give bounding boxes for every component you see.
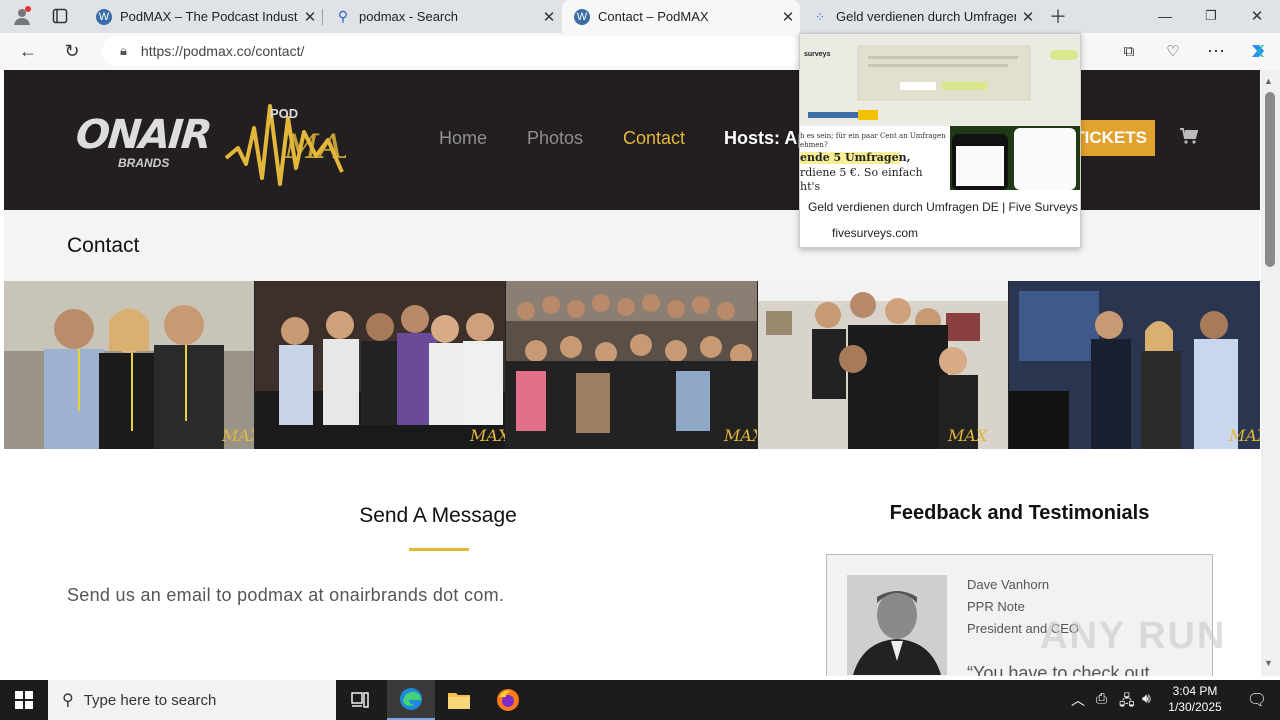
notifications-icon[interactable]: 🗨︎ [1233,680,1280,720]
windows-taskbar: ⚲ Type here to search ︿ ⎙ 🖧︎ 🔊︎ 3:04 PM … [0,680,1280,720]
gallery-photo-2[interactable]: MAX [255,281,507,449]
photo-max-mark: MAX [221,426,255,445]
url-text: https://podmax.co/contact/ [140,43,305,59]
browser-toolbar: ← ↻ 🔒︎ https://podmax.co/contact/ ⧉ ♡ ⋯ [0,33,1280,70]
tab-title: Contact – PodMAX [598,9,709,24]
preview-subline-2: ehmen? [800,141,828,149]
testimonial-name: Dave Vanhorn [967,577,1050,592]
tab-title: podmax - Search [359,9,458,24]
preview-thumbnail: surveys h es sein; für ein paar Cent an … [800,34,1080,190]
tab-title: PodMAX – The Podcast Industry [120,9,298,24]
close-window-button[interactable]: ✕ [1242,2,1272,30]
tab-hover-preview[interactable]: surveys h es sein; für ein paar Cent an … [799,33,1081,248]
logo-onair-text: ONAIR [73,112,213,158]
photo-max-mark: MAX [469,426,506,445]
photo-max-mark: MAX [1228,426,1260,445]
preview-brand-text: surveys [804,51,831,58]
collections-icon[interactable]: ⧉ [1114,37,1144,65]
back-button[interactable]: ← [13,37,43,65]
close-icon[interactable]: ✕ [298,8,322,26]
cart-icon[interactable] [1180,128,1199,149]
new-tab-button[interactable]: ＋ [1043,2,1073,30]
photo-gallery: MAX MAX MA [4,281,1260,449]
clock-time: 3:04 PM [1172,684,1218,698]
clock-date: 1/30/2025 [1168,700,1222,714]
refresh-button[interactable]: ↻ [57,37,87,65]
copilot-icon[interactable] [1243,37,1273,65]
tab-contact-podmax[interactable]: W Contact – PodMAX ✕ [562,0,800,33]
chevron-up-icon[interactable]: ︿ [1071,690,1085,710]
logo-brands-text: BRANDS [118,156,170,170]
gallery-photo-3[interactable]: MAX [506,281,758,449]
tab-actions-icon[interactable] [45,2,75,30]
preview-page-title: Geld verdienen durch Umfragen DE | Five … [808,200,1078,214]
restore-button[interactable]: ❐ [1196,2,1226,30]
logo-max-text: MAX [283,127,346,167]
feedback-heading: Feedback and Testimonials [889,502,1150,524]
tab-podmax-home[interactable]: W PodMAX – The Podcast Industry ✕ [84,0,322,33]
nav-home[interactable]: Home [439,128,487,149]
close-icon[interactable]: ✕ [1016,8,1040,26]
testimonial-quote: “You have to check out [967,663,1150,676]
anyrun-watermark: ANY RUN [1040,615,1227,657]
taskbar-search-placeholder: Type here to search [83,691,217,709]
search-icon: ⚲ [337,8,349,24]
logo-pod-text: POD [270,106,298,121]
scroll-up-arrow-icon[interactable]: ▲ [1264,76,1273,86]
start-button[interactable] [0,680,48,720]
address-bar[interactable]: 🔒︎ https://podmax.co/contact/ [102,36,802,66]
preview-headline-2: rdiene 5 €. So einfach [800,166,923,179]
nav-hosts[interactable]: Hosts: Ap [724,128,808,149]
browser-essentials-icon[interactable]: ♡ [1158,37,1188,65]
volume-icon[interactable]: 🔊︎ [1142,690,1151,707]
scrollbar-thumb[interactable] [1265,92,1275,267]
preview-subline: h es sein; für ein paar Cent an Umfragen [800,132,946,140]
page-title: Contact [67,234,140,257]
preview-domain: fivesurveys.com [832,226,919,240]
heading-underline [409,548,469,551]
tab-title: Geld verdienen durch Umfragen [836,9,1016,24]
scroll-down-arrow-icon[interactable]: ▼ [1264,658,1273,668]
page-scrollbar[interactable]: ▲ ▼ [1261,70,1280,676]
send-message-text: Send us an email to podmax at onairbrand… [67,585,505,605]
profile-icon[interactable] [8,2,36,30]
nav-photos[interactable]: Photos [527,128,583,149]
taskbar-clock[interactable]: 3:04 PM 1/30/2025 [1163,683,1227,715]
browser-tab-strip: W PodMAX – The Podcast Industry ✕ ⚲ podm… [0,0,1280,33]
wordpress-icon: W [96,8,112,25]
edge-taskbar-icon[interactable] [387,680,435,720]
minimize-button[interactable]: — [1150,2,1180,30]
onair-podmax-logo[interactable]: ONAIR BRANDS POD MAX [73,92,346,192]
testimonial-company: PPR Note [967,599,1025,614]
nav-contact[interactable]: Contact [623,128,685,149]
preview-headline-3: ht's [800,180,821,190]
send-message-heading: Send A Message [359,504,517,527]
podmax-waveform-logo: POD MAX [224,104,346,186]
gallery-photo-5[interactable]: MAX [1008,281,1260,449]
meet-now-icon[interactable]: ⎙ [1096,690,1107,707]
taskbar-search-box[interactable]: ⚲ Type here to search [48,680,336,720]
tab-podmax-search[interactable]: ⚲ podmax - Search ✕ [323,0,561,33]
loading-icon: ⁘ [814,9,826,24]
wordpress-icon: W [574,8,590,25]
search-icon: ⚲ [62,692,74,709]
network-icon[interactable]: 🖧︎ [1119,690,1135,714]
task-view-icon[interactable] [336,680,384,720]
gallery-photo-1[interactable]: MAX [4,281,256,449]
preview-headline-1: ende 5 Umfragen, [800,151,910,164]
tab-five-surveys[interactable]: ⁘ Geld verdienen durch Umfragen ✕ [800,0,1040,33]
more-options-icon[interactable]: ⋯ [1201,37,1231,65]
firefox-icon[interactable] [484,680,532,720]
close-icon[interactable]: ✕ [537,8,561,26]
close-icon[interactable]: ✕ [776,8,800,26]
gallery-photo-4[interactable]: MAX [757,281,1009,449]
photo-max-mark: MAX [947,426,988,445]
testimonial-avatar [847,575,947,675]
lock-icon: 🔒︎ [120,43,127,58]
photo-max-mark: MAX [723,426,757,445]
file-explorer-icon[interactable] [435,680,483,720]
